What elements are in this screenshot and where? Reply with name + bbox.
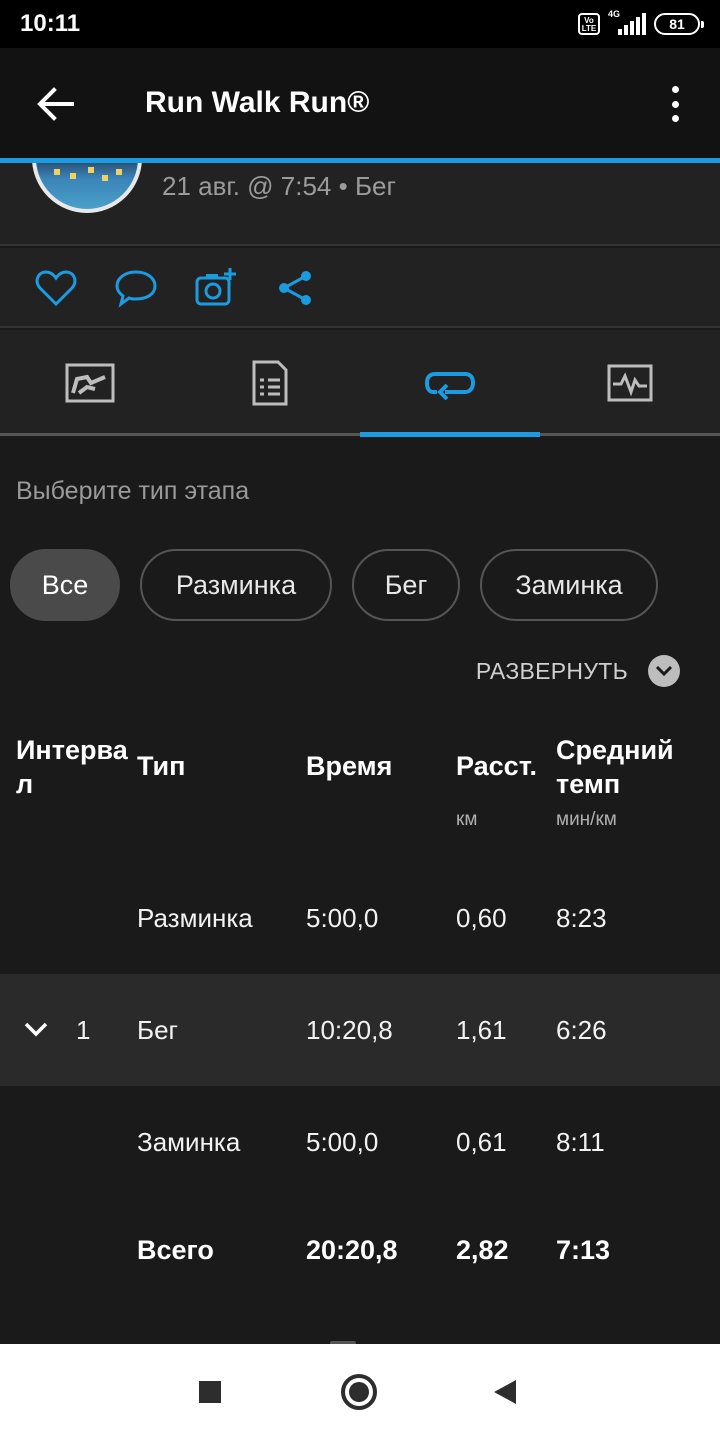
header-type: Тип [137, 751, 186, 781]
pace-unit: мин/км [556, 809, 617, 830]
chevron-down-icon[interactable] [24, 974, 48, 1086]
laps-icon [425, 372, 475, 400]
arrow-left-icon[interactable] [36, 84, 76, 124]
cell-time: 5:00,0 [306, 902, 379, 933]
active-tab-indicator [360, 432, 540, 437]
comment-icon[interactable] [114, 266, 158, 310]
avatar[interactable] [32, 163, 142, 213]
more-vertical-icon[interactable] [660, 86, 690, 122]
tab-laps[interactable] [360, 330, 540, 436]
header-distance: Расст. [456, 751, 538, 781]
add-photo-icon[interactable] [194, 266, 238, 310]
details-icon [252, 360, 288, 406]
heart-icon[interactable] [34, 266, 78, 310]
map-icon [65, 363, 115, 403]
activity-date-type: 21 авг. @ 7:54 • Бег [162, 171, 396, 201]
chevron-down-icon [648, 655, 680, 687]
cell-distance: 0,60 [456, 902, 507, 933]
cell-pace: 8:23 [556, 902, 607, 933]
cell-time: 5:00,0 [306, 1126, 379, 1157]
table-row[interactable]: Заминка 5:00,0 0,61 8:11 [0, 1086, 720, 1198]
chip-warmup[interactable]: Разминка [140, 549, 332, 621]
app-bar: Run Walk Run® [0, 48, 720, 160]
cell-distance: 1,61 [456, 1014, 507, 1045]
system-nav-bar [0, 1344, 720, 1440]
laps-content: Выберите тип этапа Все Разминка Бег Зами… [0, 439, 720, 1345]
signal-icon: 4G [608, 9, 646, 35]
total-time: 20:20,8 [306, 1234, 398, 1265]
chip-all[interactable]: Все [10, 549, 120, 621]
expand-label: РАЗВЕРНУТЬ [475, 657, 628, 684]
social-actions [0, 248, 720, 328]
header-time: Время [306, 751, 393, 781]
page-title: Run Walk Run® [145, 86, 370, 119]
cell-distance: 0,61 [456, 1126, 507, 1157]
header-pace: Средний темп [556, 735, 674, 799]
chip-cooldown[interactable]: Заминка [480, 549, 658, 621]
activity-tabs [0, 330, 720, 437]
status-time: 10:11 [20, 10, 81, 37]
table-row[interactable]: Разминка 5:00,0 0,60 8:23 [0, 862, 720, 974]
cell-pace: 6:26 [556, 1014, 607, 1045]
cell-type: Бег [137, 1014, 179, 1045]
share-icon[interactable] [274, 266, 318, 310]
cell-type: Разминка [137, 902, 253, 933]
header-interval: Интерва л [16, 735, 128, 799]
battery-icon: 81 [654, 13, 704, 35]
volte-icon: Vo LTE [578, 13, 600, 35]
tab-charts[interactable] [540, 330, 720, 436]
back-triangle-icon[interactable] [494, 1380, 516, 1404]
chart-icon [607, 364, 653, 402]
cell-interval: 1 [76, 1014, 91, 1045]
network-type: 4G [608, 9, 621, 19]
activity-header: 21 авг. @ 7:54 • Бег [0, 163, 720, 246]
status-bar: 10:11 Vo LTE 4G 81 [0, 0, 720, 48]
filter-prompt: Выберите тип этапа [16, 477, 250, 505]
distance-unit: км [456, 809, 478, 830]
chip-run[interactable]: Бег [352, 549, 460, 621]
home-icon[interactable] [341, 1374, 377, 1410]
table-total-row: Всего 20:20,8 2,82 7:13 [0, 1194, 720, 1306]
table-row[interactable]: 1 Бег 10:20,8 1,61 6:26 [0, 974, 720, 1086]
total-label: Всего [137, 1234, 214, 1265]
tab-details[interactable] [180, 330, 360, 436]
status-indicators: Vo LTE 4G 81 [578, 9, 704, 38]
cell-pace: 8:11 [556, 1126, 605, 1157]
total-pace: 7:13 [556, 1234, 611, 1265]
cell-type: Заминка [137, 1126, 241, 1157]
recents-icon[interactable] [199, 1381, 221, 1403]
tab-map[interactable] [0, 330, 180, 436]
expand-button[interactable]: РАЗВЕРНУТЬ [476, 653, 680, 689]
cell-time: 10:20,8 [306, 1014, 393, 1045]
total-distance: 2,82 [456, 1234, 509, 1265]
